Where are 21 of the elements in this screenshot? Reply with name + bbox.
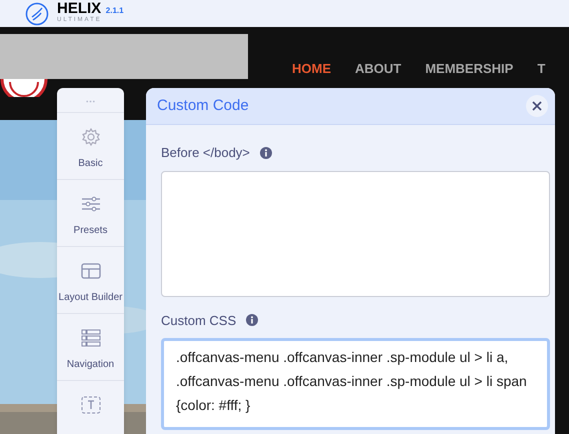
nav-link[interactable]: T	[537, 59, 546, 78]
app-name: HELIX	[57, 2, 102, 15]
field-label: Before </body>	[161, 144, 250, 162]
code-field[interactable]	[161, 170, 550, 296]
field-label: Custom CSS	[161, 312, 236, 330]
sidebar-item[interactable]: Presets	[57, 180, 124, 247]
sidebar-item[interactable]: Navigation	[57, 314, 124, 381]
code-field[interactable]: .offcanvas-menu .offcanvas-inner .sp-module ul > li a, .offcanvas-menu .offcanvas-inner .sp-module ul > li span {color: #fff; }	[161, 338, 550, 430]
nav-link[interactable]: ABOUT	[355, 59, 402, 78]
emblem-icon	[0, 79, 48, 97]
dialog-title: Custom Code	[157, 96, 249, 116]
info-icon	[246, 314, 258, 326]
sidebar-item[interactable]: Basic	[57, 113, 124, 180]
sidebar-item[interactable]: Layout Builder	[57, 247, 124, 314]
nav-link[interactable]: HOME	[292, 59, 331, 78]
info-icon	[260, 146, 272, 159]
logo-icon	[25, 2, 49, 26]
close-icon	[532, 101, 542, 111]
version-label: 2.1.1	[106, 5, 124, 17]
close-button[interactable]	[526, 95, 548, 117]
nav-link[interactable]: MEMBERSHIP	[425, 59, 514, 78]
